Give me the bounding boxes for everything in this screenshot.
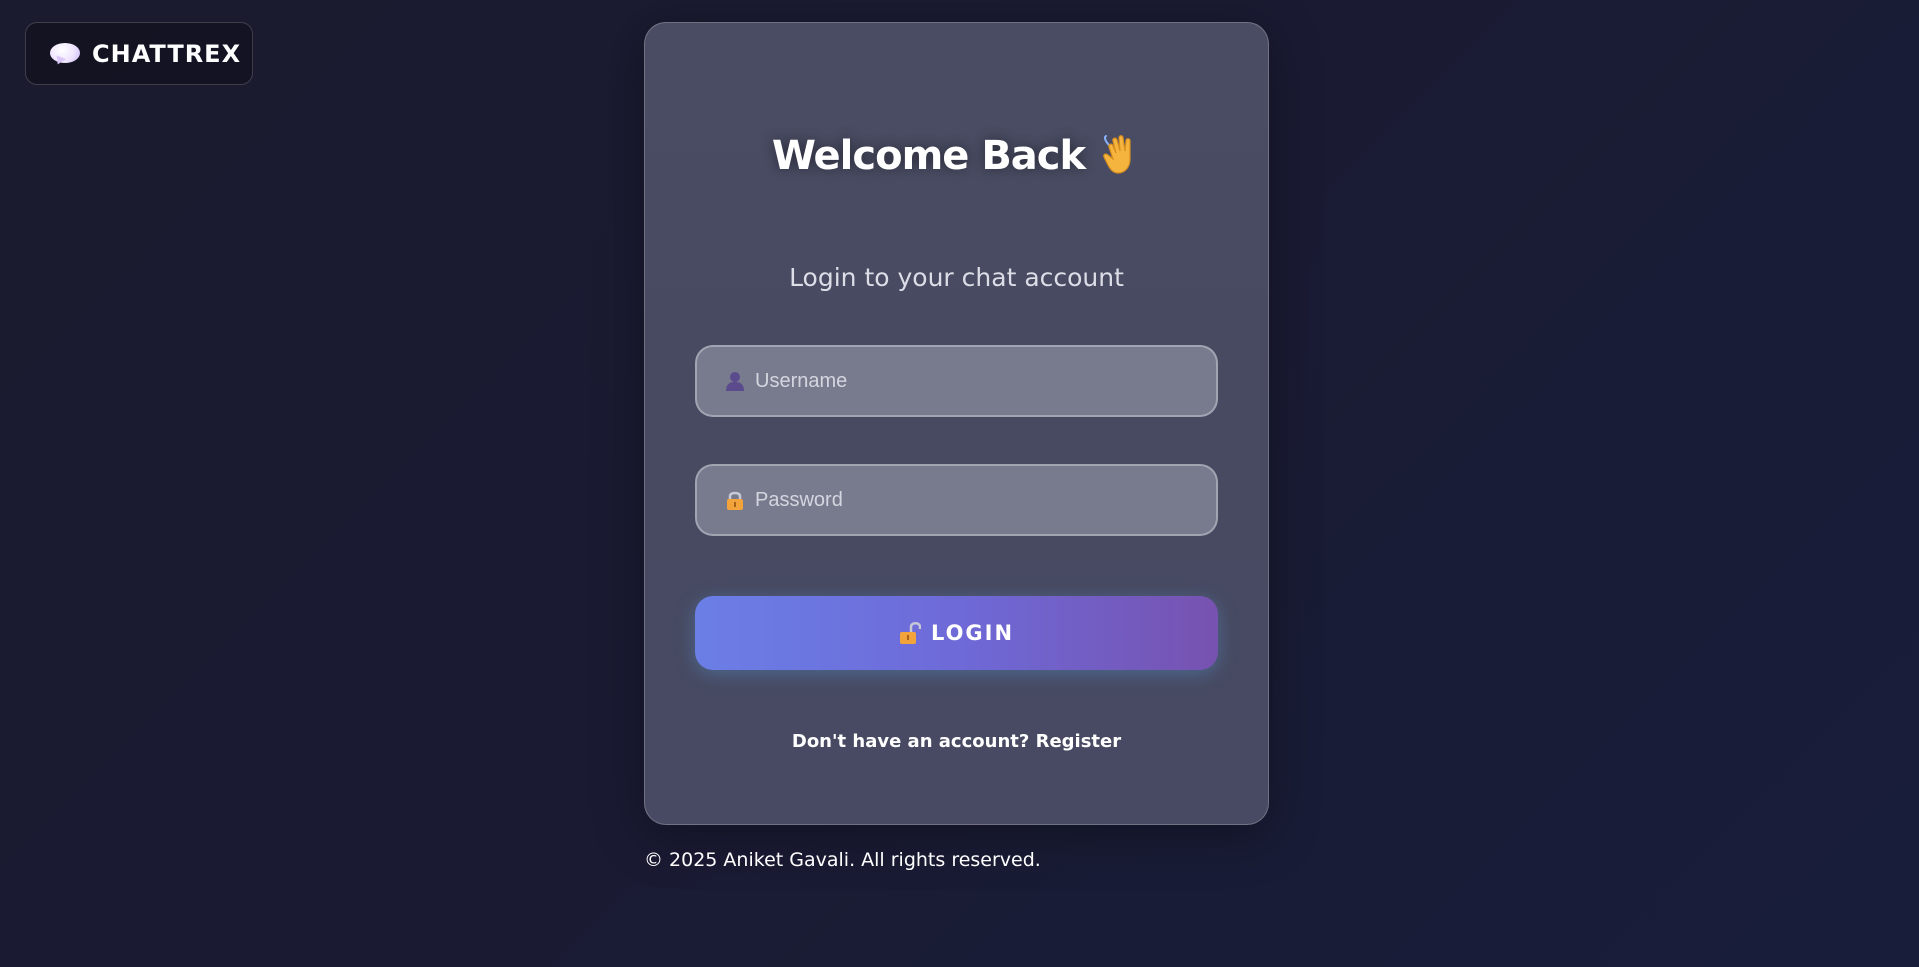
password-field[interactable] <box>695 464 1218 536</box>
user-icon <box>726 372 744 391</box>
logo-text: CHATTREX <box>92 39 242 68</box>
username-field[interactable] <box>695 345 1218 417</box>
register-prompt: Don't have an account? <box>791 731 1030 752</box>
subtitle: Login to your chat account <box>789 263 1124 292</box>
username-input[interactable] <box>755 369 1195 393</box>
footer-copyright: © 2025 Aniket Gavali. All rights reserve… <box>644 849 1041 871</box>
login-label: LOGIN <box>930 621 1015 645</box>
password-input[interactable] <box>755 488 1195 512</box>
login-button[interactable]: LOGIN <box>695 596 1218 670</box>
title-text: Welcome Back <box>771 133 1086 179</box>
speech-bubble-icon <box>50 42 80 66</box>
login-card: Welcome Back Login to your chat account … <box>644 22 1269 825</box>
logo-badge[interactable]: CHATTREX <box>25 22 253 85</box>
lock-icon <box>727 491 743 510</box>
page-title: Welcome Back <box>645 133 1268 179</box>
register-link[interactable]: Register <box>1036 731 1122 752</box>
waving-hand-icon <box>1103 135 1131 174</box>
unlocked-icon <box>899 622 921 644</box>
register-line: Don't have an account? Register <box>645 731 1268 752</box>
